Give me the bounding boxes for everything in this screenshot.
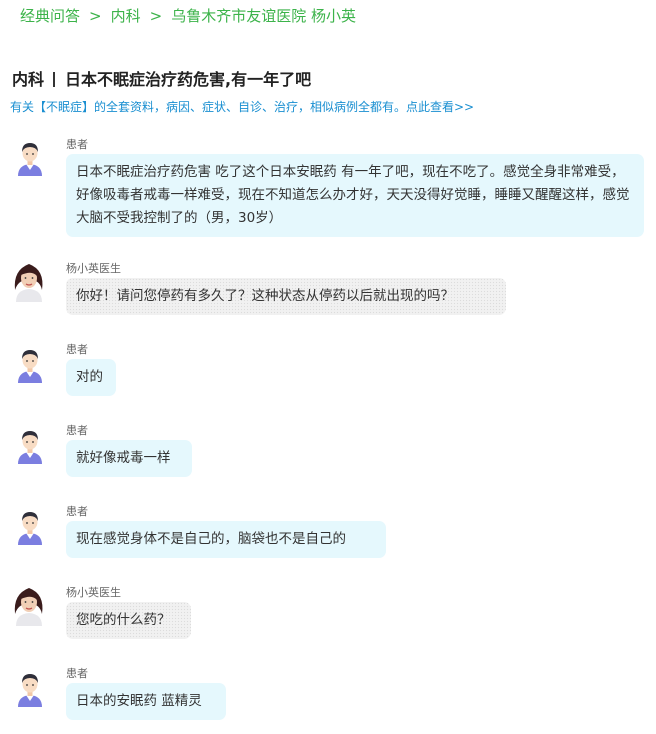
patient-avatar-icon [18, 674, 42, 707]
sender-name: 杨小英医生 [66, 586, 121, 599]
breadcrumb: 经典问答 > 内科 > 乌鲁木齐市友谊医院 杨小英 [20, 5, 356, 26]
sender-name: 患者 [66, 138, 88, 151]
patient-message-bubble: 日本的安眠药 蓝精灵 [66, 683, 226, 720]
doctor-message-bubble: 您吃的什么药？ [66, 602, 191, 639]
patient-message-bubble: 日本不眠症治疗药危害 吃了这个日本安眠药 有一年了吧，现在不吃了。感觉全身非常难… [66, 154, 644, 237]
doctor-avatar-icon [14, 264, 43, 302]
patient-avatar-icon [18, 512, 42, 545]
doctor-message-bubble: 你好！请问您停药有多久了？这种状态从停药以后就出现的吗？ [66, 278, 506, 315]
department-label: 内科 [12, 70, 45, 89]
breadcrumb-separator: > [149, 7, 163, 25]
sender-name: 患者 [66, 343, 88, 356]
patient-avatar-icon [18, 350, 42, 383]
sender-name: 患者 [66, 505, 88, 518]
patient-message-bubble: 现在感觉身体不是自己的，脑袋也不是自己的 [66, 521, 386, 558]
promo-link[interactable]: 有关【不眠症】的全套资料，病因、症状、自诊、治疗，相似病例全都有。点此查看>> [10, 98, 474, 115]
patient-avatar-icon [18, 143, 42, 176]
patient-message-bubble: 就好像戒毒一样 [66, 440, 192, 477]
patient-avatar-icon [18, 431, 42, 464]
breadcrumb-separator: > [89, 7, 102, 25]
breadcrumb-link-qa[interactable]: 经典问答 [20, 7, 80, 25]
page-title: 内科 日本不眠症治疗药危害,有一年了吧 [12, 66, 311, 90]
breadcrumb-link-doctor[interactable]: 乌鲁木齐市友谊医院 杨小英 [171, 7, 356, 25]
sender-name: 患者 [66, 424, 88, 437]
doctor-avatar-icon [14, 588, 43, 626]
sender-name: 杨小英医生 [66, 262, 121, 275]
title-divider [53, 72, 56, 87]
question-title: 日本不眠症治疗药危害,有一年了吧 [65, 70, 312, 89]
patient-message-bubble: 对的 [66, 359, 116, 396]
sender-name: 患者 [66, 667, 88, 680]
breadcrumb-link-department[interactable]: 内科 [111, 7, 141, 25]
